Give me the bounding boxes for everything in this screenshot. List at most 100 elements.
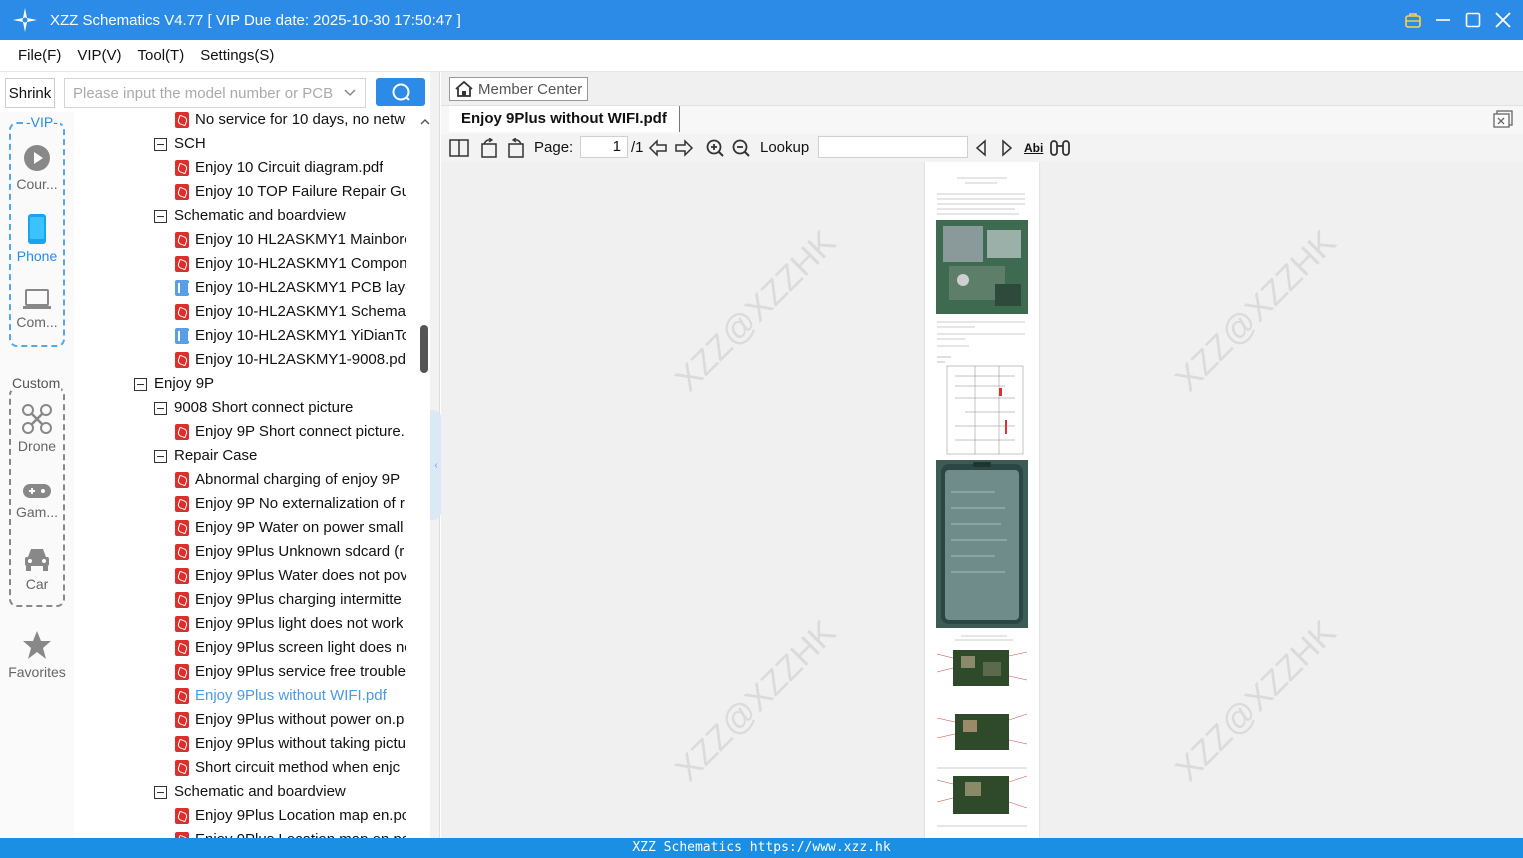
pdf-file-icon [175, 304, 189, 320]
tree-file[interactable]: Enjoy 9Plus without WIFI.pdf [175, 684, 406, 708]
menu-settings[interactable]: Settings(S) [192, 47, 282, 64]
tree-folder[interactable]: Enjoy 9P [134, 372, 406, 396]
pdf-viewer[interactable]: XZZ@XZZHK XZZ@XZZHK XZZ@XZZHK XZZ@XZZHK [441, 162, 1523, 838]
search-button[interactable] [376, 78, 425, 106]
pdf-file-icon [175, 616, 189, 632]
tree-file[interactable]: Enjoy 10-HL2ASKMY1 PCB layer [175, 276, 406, 300]
tree-file[interactable]: Enjoy 9Plus light does not work [175, 612, 406, 636]
split-view-icon[interactable] [449, 138, 469, 158]
tree-scrollbar[interactable] [418, 112, 430, 838]
tree-file[interactable]: Enjoy 10-HL2ASKMY1 Compone [175, 252, 406, 276]
tree-file[interactable]: Enjoy 9P No externalization of r [175, 492, 406, 516]
next-page-icon[interactable] [674, 138, 694, 158]
binoculars-icon[interactable] [1049, 138, 1071, 158]
pdf-page[interactable] [925, 162, 1039, 838]
tree-file[interactable]: Enjoy 9Plus Location map en.pdf [175, 828, 406, 838]
tree-file[interactable]: Enjoy 9Plus screen light does nc [175, 636, 406, 660]
rotate-right-icon[interactable] [505, 138, 527, 158]
tree-scroll-thumb[interactable] [420, 325, 428, 373]
match-case-button[interactable]: Abi [1024, 138, 1043, 158]
model-search-input[interactable] [73, 84, 333, 102]
rail-item-label: Com... [16, 314, 58, 330]
tree-folder[interactable]: SCH [154, 132, 406, 156]
tree-item-label: Enjoy 9Plus without power on.p [195, 711, 405, 728]
pdf-file-icon [175, 520, 189, 536]
tree-file[interactable]: Enjoy 10 HL2ASKMY1 Mainborc [175, 228, 406, 252]
tree-file[interactable]: Enjoy 10-HL2ASKMY1-9008.pdf [175, 348, 406, 372]
phone-icon [28, 214, 46, 244]
collapse-icon[interactable] [154, 137, 167, 151]
rail-item-phone[interactable]: Phone [0, 214, 74, 264]
menu-tool[interactable]: Tool(T) [130, 47, 193, 64]
chevron-down-icon[interactable] [343, 85, 357, 103]
pdf-file-icon [175, 112, 189, 128]
tree-file[interactable]: Enjoy 9P Short connect picture. [175, 420, 406, 444]
rail-item-favorites[interactable]: Favorites [0, 630, 74, 680]
prev-page-icon[interactable] [648, 138, 668, 158]
app-logo-icon [0, 0, 50, 40]
member-center-button[interactable]: Member Center [449, 77, 588, 101]
close-tabs-icon[interactable] [1493, 110, 1513, 132]
rail-item-games[interactable]: Gam... [0, 482, 74, 520]
vip-bag-icon[interactable] [1403, 10, 1423, 30]
tree-file[interactable]: Enjoy 9P Water on power small [175, 516, 406, 540]
tree-file[interactable]: Enjoy 10 TOP Failure Repair Gui [175, 180, 406, 204]
tree-file[interactable]: Enjoy 10-HL2ASKMY1 Schemati [175, 300, 406, 324]
collapse-icon[interactable] [154, 209, 167, 223]
rail-item-car[interactable]: Car [0, 546, 74, 592]
tree-file[interactable]: Enjoy 10 Circuit diagram.pdf [175, 156, 406, 180]
tree-item-label: Enjoy 9Plus Location map en.pc [195, 807, 406, 824]
tree-file[interactable]: Abnormal charging of enjoy 9P [175, 468, 406, 492]
collapse-icon[interactable] [154, 785, 167, 799]
tree-file[interactable]: Enjoy 9Plus Unknown sdcard (r [175, 540, 406, 564]
watermark: XZZ@XZZHK [1167, 613, 1344, 789]
rail-item-courses[interactable]: Cour... [0, 144, 74, 192]
tree-item-label: Enjoy 10-HL2ASKMY1 YiDianTo [195, 327, 406, 344]
tree-folder[interactable]: Repair Case [154, 444, 406, 468]
find-prev-icon[interactable] [972, 138, 990, 158]
minimize-button[interactable] [1433, 10, 1453, 30]
collapse-icon[interactable] [154, 449, 167, 463]
zoom-out-icon[interactable] [731, 138, 751, 158]
tree-file[interactable]: Enjoy 9Plus Water does not pov [175, 564, 406, 588]
tree-folder[interactable]: Schematic and boardview [154, 780, 406, 804]
rail-item-label: Phone [16, 248, 58, 264]
tree-file[interactable]: Enjoy 9Plus service free trouble: [175, 660, 406, 684]
model-search-box[interactable] [64, 78, 366, 108]
tree-folder[interactable]: 9008 Short connect picture [154, 396, 406, 420]
shrink-button[interactable]: Shrink [5, 78, 55, 108]
collapse-icon[interactable] [154, 401, 167, 415]
menu-vip[interactable]: VIP(V) [69, 47, 129, 64]
tree-file[interactable]: Enjoy 9Plus charging intermitte [175, 588, 406, 612]
page-label: Page: [534, 139, 574, 156]
lookup-input[interactable] [818, 136, 968, 158]
tree-file[interactable]: Enjoy 9Plus without taking pictu [175, 732, 406, 756]
rail-item-drone[interactable]: Drone [0, 404, 74, 454]
tree-file[interactable]: Enjoy 10-HL2ASKMY1 YiDianTo [175, 324, 406, 348]
rotate-left-icon[interactable] [478, 138, 500, 158]
pdf-file-icon [175, 688, 189, 704]
tree-item-label: Enjoy 9Plus without taking pictu [195, 735, 406, 752]
home-icon [455, 80, 473, 97]
tree-item-label: Enjoy 10-HL2ASKMY1 PCB layer [195, 279, 406, 296]
scroll-up-icon[interactable] [420, 114, 430, 131]
tree-item-label: 9008 Short connect picture [174, 399, 354, 416]
collapse-icon[interactable] [134, 377, 147, 391]
find-next-icon[interactable] [998, 138, 1016, 158]
tree-file[interactable]: Enjoy 9Plus Location map en.pc [175, 804, 406, 828]
close-button[interactable] [1493, 10, 1513, 30]
maximize-button[interactable] [1463, 10, 1483, 30]
page-number-input[interactable]: 1 [580, 136, 628, 158]
rail-item-computer[interactable]: Com... [0, 288, 74, 330]
rail-item-label: Favorites [8, 664, 66, 680]
menu-file[interactable]: File(F) [10, 47, 69, 64]
zoom-in-icon[interactable] [705, 138, 725, 158]
tree-file[interactable]: No service for 10 days, no netwo [175, 112, 406, 132]
tree-folder[interactable]: Schematic and boardview [154, 204, 406, 228]
tree-file[interactable]: Enjoy 9Plus without power on.p [175, 708, 406, 732]
document-tab[interactable]: Enjoy 9Plus without WIFI.pdf [449, 106, 680, 132]
pcb-file-icon [175, 328, 190, 344]
pdf-file-icon [175, 232, 189, 248]
tree-file[interactable]: Short circuit method when enjc [175, 756, 406, 780]
pdf-file-icon [175, 424, 189, 440]
